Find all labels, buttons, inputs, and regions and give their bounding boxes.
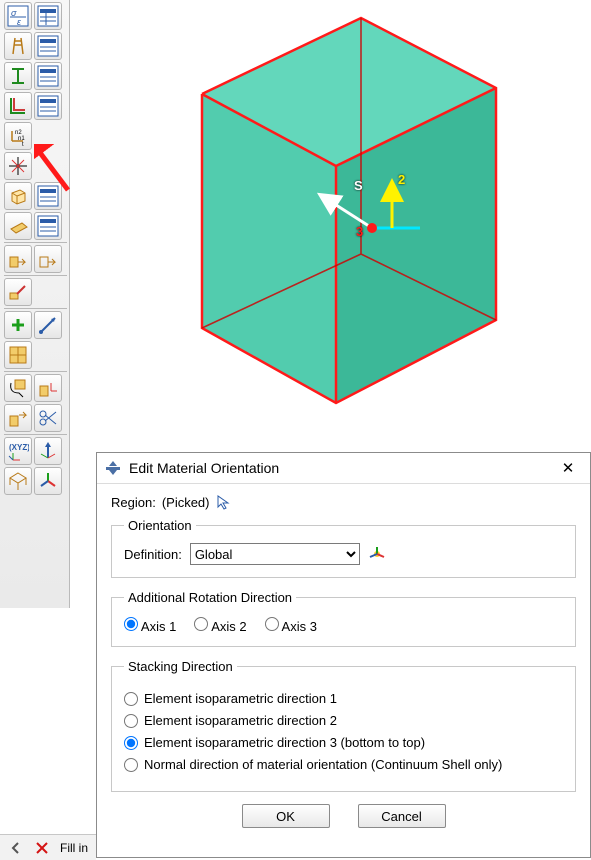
tower-table-icon[interactable] bbox=[34, 32, 62, 60]
pick-cursor-icon[interactable] bbox=[216, 494, 232, 510]
radio-axis-1-input[interactable] bbox=[124, 617, 138, 631]
radio-stack-3-input[interactable] bbox=[124, 736, 138, 750]
radio-axis-1[interactable]: Axis 1 bbox=[124, 617, 176, 634]
definition-select[interactable]: Global bbox=[190, 543, 360, 565]
definition-label: Definition: bbox=[124, 547, 182, 562]
axis-label-2: 2 bbox=[398, 172, 405, 187]
axis-label-3: 3 bbox=[356, 224, 363, 239]
group-orientation: Orientation Definition: Global bbox=[111, 518, 576, 578]
radio-stack-2[interactable]: Element isoparametric direction 2 bbox=[124, 713, 563, 728]
stack-legend: Stacking Direction bbox=[124, 659, 237, 674]
orientation-legend: Orientation bbox=[124, 518, 196, 533]
plane-icon[interactable] bbox=[4, 212, 32, 240]
addrot-legend: Additional Rotation Direction bbox=[124, 590, 296, 605]
status-bar: Fill in bbox=[0, 834, 96, 860]
csys-n1n2-icon[interactable]: n2n1t bbox=[4, 122, 32, 150]
sigma-table-icon[interactable] bbox=[34, 2, 62, 30]
cancel-x-button[interactable] bbox=[30, 837, 54, 859]
dialog-titlebar[interactable]: Edit Material Orientation ✕ bbox=[97, 453, 590, 484]
close-button[interactable]: ✕ bbox=[554, 454, 582, 482]
assign-b-icon[interactable] bbox=[34, 245, 62, 273]
radio-stack-4-input[interactable] bbox=[124, 758, 138, 772]
radio-axis-2-input[interactable] bbox=[194, 617, 208, 631]
ibeam-table-icon[interactable] bbox=[34, 62, 62, 90]
lasso-icon[interactable] bbox=[4, 374, 32, 402]
profile-table-icon[interactable] bbox=[34, 92, 62, 120]
dialog-edit-material-orientation: Edit Material Orientation ✕ Region: (Pic… bbox=[96, 452, 591, 858]
axis-label-s: S bbox=[354, 178, 363, 193]
group-additional-rotation: Additional Rotation Direction Axis 1 Axi… bbox=[111, 590, 576, 647]
region-value: (Picked) bbox=[162, 495, 210, 510]
radio-axis-3[interactable]: Axis 3 bbox=[265, 617, 317, 634]
assign-a-icon[interactable] bbox=[4, 245, 32, 273]
radio-axis-3-input[interactable] bbox=[265, 617, 279, 631]
radio-stack-1[interactable]: Element isoparametric direction 1 bbox=[124, 691, 563, 706]
cube-table-icon[interactable] bbox=[34, 182, 62, 210]
xyz-icon[interactable]: (XYZ) bbox=[4, 437, 32, 465]
cancel-button[interactable]: Cancel bbox=[358, 804, 446, 828]
vector-blue-icon[interactable] bbox=[34, 311, 62, 339]
datum-csys: S 2 3 bbox=[302, 166, 442, 276]
plus-icon[interactable] bbox=[4, 311, 32, 339]
plane-table-icon[interactable] bbox=[34, 212, 62, 240]
dialog-title: Edit Material Orientation bbox=[129, 460, 546, 476]
ibeam-icon[interactable] bbox=[4, 62, 32, 90]
brush-icon[interactable] bbox=[4, 278, 32, 306]
region-label: Region: bbox=[111, 495, 156, 510]
pick-a-icon[interactable] bbox=[4, 404, 32, 432]
scissors-icon[interactable] bbox=[34, 404, 62, 432]
status-text: Fill in bbox=[60, 841, 88, 855]
left-toolbar: σε n2n1t bbox=[0, 0, 70, 608]
group-stacking-direction: Stacking Direction Element isoparametric… bbox=[111, 659, 576, 792]
mesh-icon[interactable] bbox=[4, 341, 32, 369]
svg-text:(XYZ): (XYZ) bbox=[9, 443, 29, 452]
radio-stack-4[interactable]: Normal direction of material orientation… bbox=[124, 757, 563, 772]
triad-up-icon[interactable] bbox=[34, 437, 62, 465]
ok-button[interactable]: OK bbox=[242, 804, 330, 828]
tower-icon[interactable] bbox=[4, 32, 32, 60]
cube-icon[interactable] bbox=[4, 182, 32, 210]
create-csys-icon[interactable] bbox=[368, 545, 386, 563]
profile-icon[interactable] bbox=[4, 92, 32, 120]
svg-text:t: t bbox=[22, 142, 24, 147]
pick-csys-icon[interactable] bbox=[34, 374, 62, 402]
crosshair-icon[interactable] bbox=[4, 152, 32, 180]
radio-axis-2[interactable]: Axis 2 bbox=[194, 617, 246, 634]
radio-stack-1-input[interactable] bbox=[124, 692, 138, 706]
viewport[interactable]: S 2 3 bbox=[70, 0, 591, 452]
back-button[interactable] bbox=[4, 837, 28, 859]
iso-icon[interactable] bbox=[4, 467, 32, 495]
triad-star-icon[interactable] bbox=[34, 467, 62, 495]
radio-stack-3[interactable]: Element isoparametric direction 3 (botto… bbox=[124, 735, 563, 750]
sigma-epsilon-icon[interactable]: σε bbox=[4, 2, 32, 30]
abaqus-icon bbox=[105, 460, 121, 476]
radio-stack-2-input[interactable] bbox=[124, 714, 138, 728]
